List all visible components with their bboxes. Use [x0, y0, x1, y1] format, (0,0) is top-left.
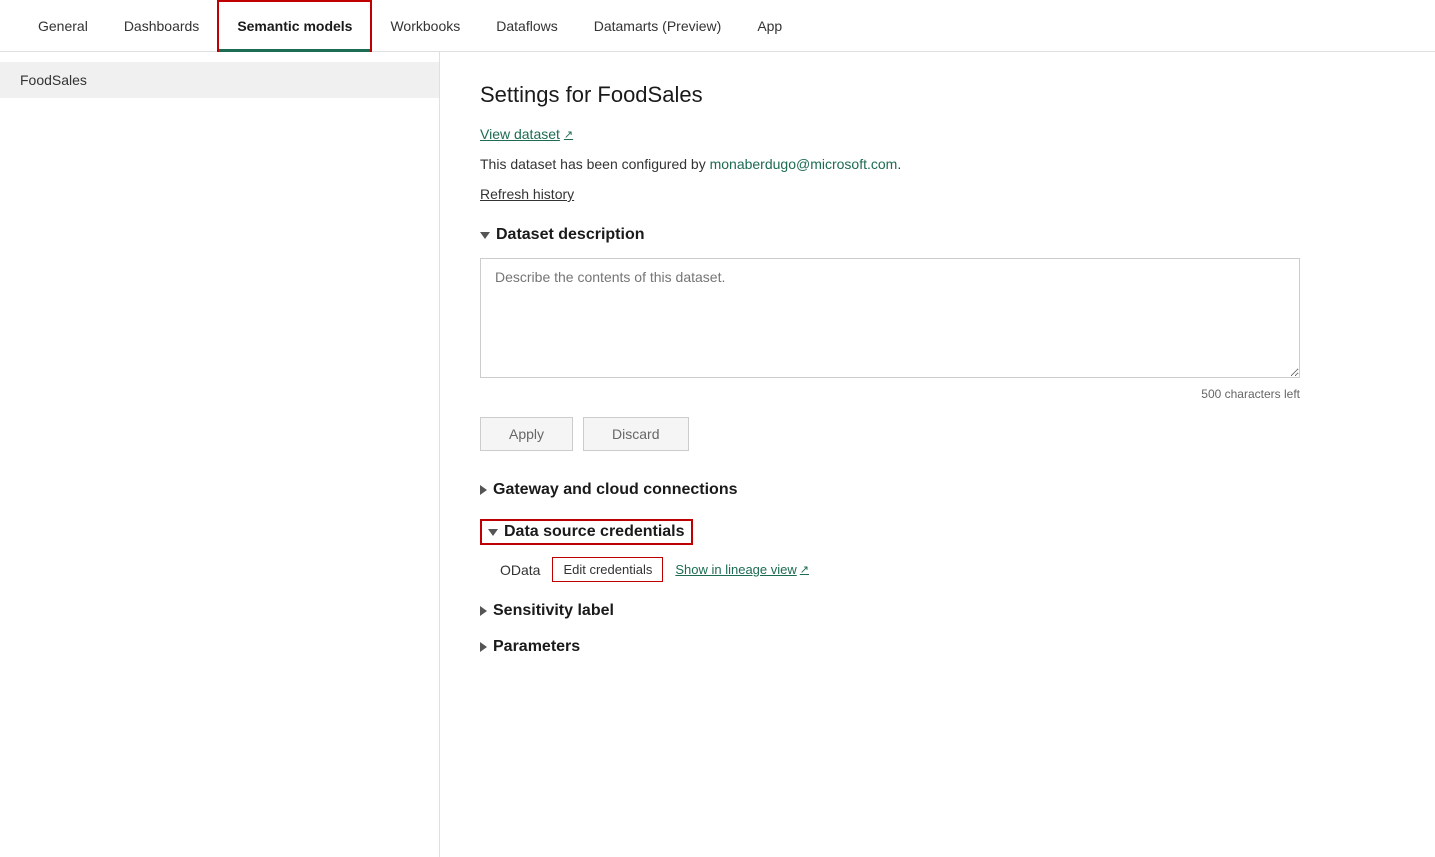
char-count: 500 characters left: [480, 387, 1300, 401]
data-source-section-header[interactable]: Data source credentials: [480, 519, 693, 545]
nav-item-general[interactable]: General: [20, 2, 106, 50]
nav-item-workbooks[interactable]: Workbooks: [372, 2, 478, 50]
gateway-section-header[interactable]: Gateway and cloud connections: [480, 481, 1395, 499]
nav-item-app[interactable]: App: [739, 2, 800, 50]
odata-label: OData: [500, 562, 540, 578]
parameters-expand-icon: [480, 642, 487, 652]
content-area: Settings for FoodSales View dataset ↗ Th…: [440, 52, 1435, 857]
view-dataset-link[interactable]: View dataset ↗: [480, 126, 573, 142]
parameters-section: Parameters: [480, 638, 1395, 656]
sensitivity-section: Sensitivity label: [480, 602, 1395, 620]
edit-credentials-button[interactable]: Edit credentials: [552, 557, 663, 582]
discard-button[interactable]: Discard: [583, 417, 688, 451]
nav-item-semantic-models[interactable]: Semantic models: [217, 0, 372, 52]
expand-triangle-icon: [480, 485, 487, 495]
dataset-description-header: Dataset description: [496, 226, 644, 244]
lineage-link-label: Show in lineage view: [675, 562, 796, 577]
parameters-header-label: Parameters: [493, 638, 580, 656]
nav-item-datamarts[interactable]: Datamarts (Preview): [576, 2, 740, 50]
description-actions: Apply Discard: [480, 417, 1395, 451]
view-dataset-label: View dataset: [480, 126, 560, 142]
sensitivity-section-header[interactable]: Sensitivity label: [480, 602, 1395, 620]
dataset-email-link[interactable]: monaberdugo@microsoft.com: [710, 156, 898, 172]
dataset-info-suffix: .: [897, 156, 901, 172]
dataset-info-prefix: This dataset has been configured by: [480, 156, 710, 172]
sensitivity-expand-icon: [480, 606, 487, 616]
external-link-icon: ↗: [564, 128, 573, 141]
nav-item-dataflows[interactable]: Dataflows: [478, 2, 575, 50]
main-layout: FoodSales Settings for FoodSales View da…: [0, 52, 1435, 857]
page-title: Settings for FoodSales: [480, 82, 1395, 108]
refresh-history-link[interactable]: Refresh history: [480, 186, 574, 202]
lineage-external-link-icon: ↗: [800, 563, 809, 576]
dataset-info: This dataset has been configured by mona…: [480, 156, 1395, 172]
gateway-section: Gateway and cloud connections: [480, 481, 1395, 499]
data-source-header-label: Data source credentials: [504, 523, 685, 541]
top-navigation: General Dashboards Semantic models Workb…: [0, 0, 1435, 52]
collapse-triangle-icon: [480, 232, 490, 239]
data-source-collapse-icon: [488, 529, 498, 536]
sidebar: FoodSales: [0, 52, 440, 857]
dataset-description-section-header[interactable]: Dataset description: [480, 226, 1395, 244]
nav-item-dashboards[interactable]: Dashboards: [106, 2, 218, 50]
sidebar-item-foodsales[interactable]: FoodSales: [0, 62, 439, 98]
description-textarea[interactable]: [480, 258, 1300, 378]
gateway-header-label: Gateway and cloud connections: [493, 481, 738, 499]
data-source-section: Data source credentials OData Edit crede…: [480, 519, 1395, 582]
sensitivity-header-label: Sensitivity label: [493, 602, 614, 620]
apply-button[interactable]: Apply: [480, 417, 573, 451]
parameters-section-header[interactable]: Parameters: [480, 638, 1395, 656]
show-in-lineage-link[interactable]: Show in lineage view ↗: [675, 562, 809, 577]
odata-row: OData Edit credentials Show in lineage v…: [480, 557, 1395, 582]
